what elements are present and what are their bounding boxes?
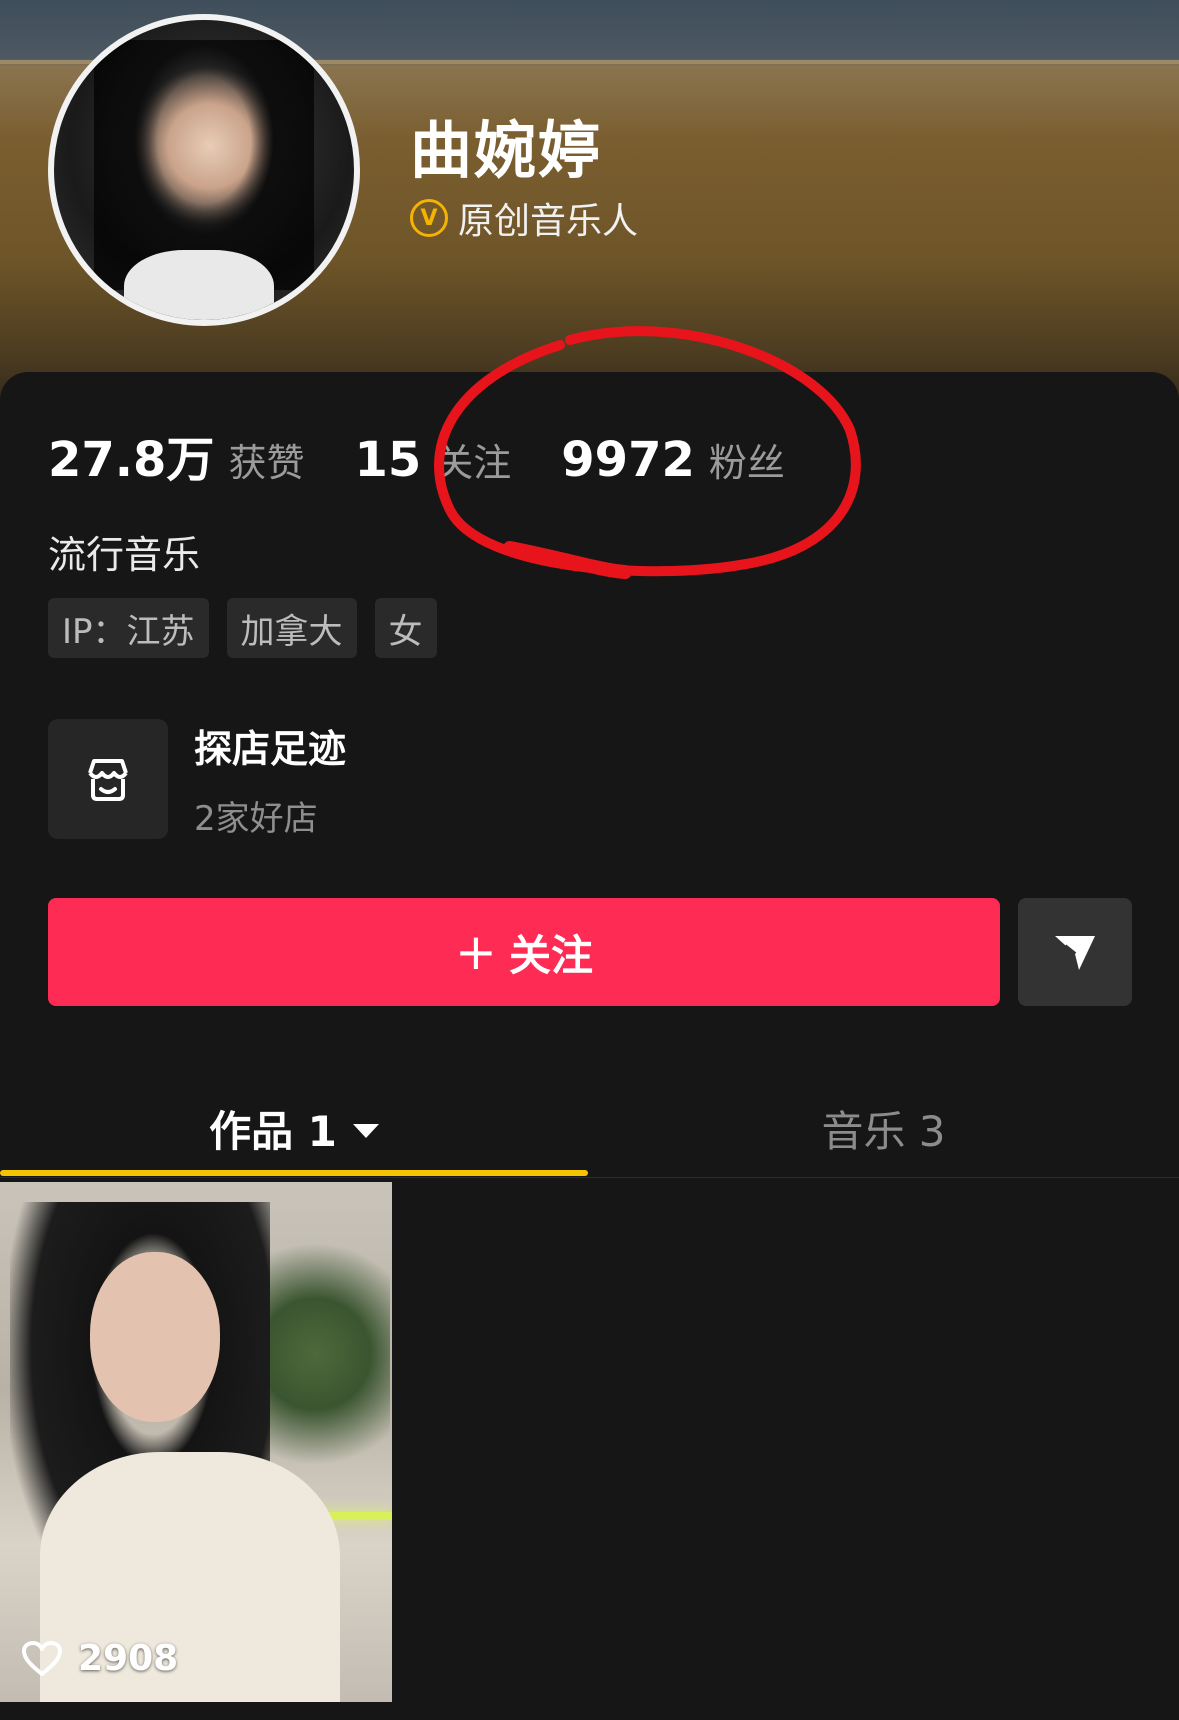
follow-button[interactable]: + 关注 bbox=[48, 898, 1000, 1006]
store-title: 探店足迹 bbox=[194, 727, 347, 771]
stat-label: 获赞 bbox=[228, 441, 305, 485]
heart-icon bbox=[22, 1640, 62, 1676]
bio-text: 流行音乐 bbox=[48, 533, 201, 577]
send-icon bbox=[1055, 936, 1095, 970]
avatar-shirt bbox=[124, 250, 274, 320]
tag-gender: 女 bbox=[374, 598, 437, 658]
stat-value: 9972 bbox=[561, 432, 695, 488]
plus-icon: + bbox=[455, 923, 497, 981]
tab-music[interactable]: 音乐 3 bbox=[588, 1080, 1179, 1176]
stat-label: 粉丝 bbox=[708, 441, 785, 485]
active-tab-indicator bbox=[0, 1170, 588, 1176]
profile-tags: IP：江苏 加拿大 女 bbox=[48, 598, 437, 658]
stat-value: 15 bbox=[354, 432, 422, 488]
verification-label: 原创音乐人 bbox=[458, 201, 639, 242]
store-visits-entry[interactable]: 探店足迹 2家好店 bbox=[48, 718, 346, 840]
store-text: 探店足迹 2家好店 bbox=[194, 718, 346, 840]
tab-works[interactable]: 作品 1 bbox=[0, 1080, 588, 1176]
avatar[interactable] bbox=[48, 14, 360, 326]
profile-name: 曲婉婷 bbox=[410, 114, 603, 187]
caret-down-icon bbox=[352, 1124, 379, 1138]
store-icon bbox=[48, 719, 168, 839]
tag-country: 加拿大 bbox=[226, 598, 357, 658]
stats-row: 27.8万 获赞 15 关注 9972 粉丝 bbox=[48, 420, 835, 490]
tag-ip-location: IP：江苏 bbox=[48, 598, 209, 658]
store-subtitle: 2家好店 bbox=[194, 799, 318, 839]
share-button[interactable] bbox=[1018, 898, 1132, 1006]
stat-followers[interactable]: 9972 粉丝 bbox=[561, 432, 785, 488]
video-like-row: 2908 bbox=[22, 1638, 178, 1679]
content-tabs: 作品 1 音乐 3 bbox=[0, 1080, 1179, 1178]
verified-badge-icon: V bbox=[410, 199, 448, 237]
thumbnail-face bbox=[90, 1252, 220, 1422]
stat-following[interactable]: 15 关注 bbox=[354, 432, 511, 488]
video-thumbnail[interactable] bbox=[0, 1182, 392, 1702]
store-glyph bbox=[88, 759, 128, 801]
tab-works-label: 作品 1 bbox=[209, 1106, 337, 1156]
tab-music-label: 音乐 3 bbox=[821, 1106, 946, 1156]
stat-likes[interactable]: 27.8万 获赞 bbox=[48, 420, 304, 490]
video-like-count: 2908 bbox=[78, 1638, 179, 1679]
stat-label: 关注 bbox=[435, 441, 512, 485]
stat-value: 27.8万 bbox=[48, 432, 215, 488]
verification-row: V 原创音乐人 bbox=[410, 192, 638, 244]
follow-button-label: 关注 bbox=[508, 930, 593, 980]
